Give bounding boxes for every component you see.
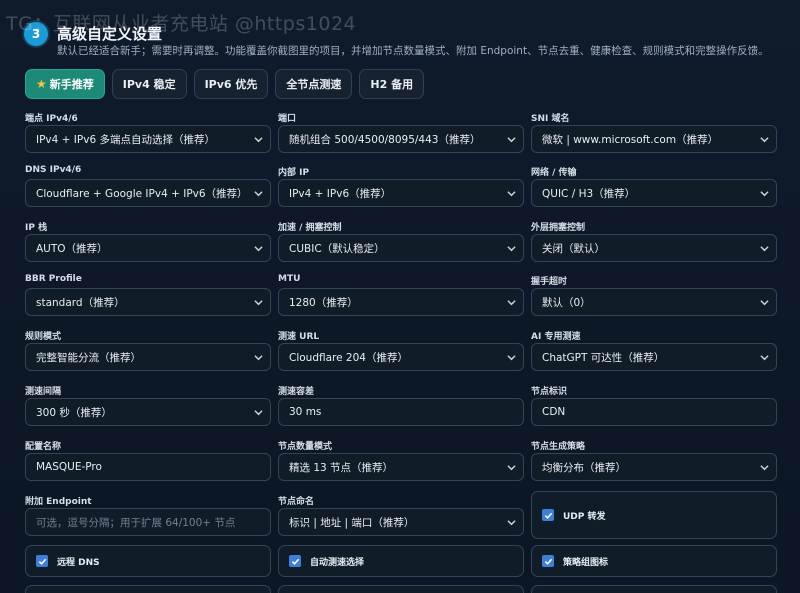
chevron-down-icon	[254, 246, 263, 252]
field-label: 外层拥塞控制	[531, 223, 586, 233]
field-label: 端点 IPv4/6	[25, 114, 78, 124]
field-label: SNI 域名	[531, 114, 570, 124]
chevron-down-icon	[760, 191, 769, 197]
dns-select[interactable]: Cloudflare + Google IPv4 + IPv6（推荐）	[25, 179, 271, 207]
chevron-down-icon	[254, 137, 263, 143]
interval-select[interactable]: 300 秒（推荐）	[25, 398, 271, 426]
field-label: DNS IPv4/6	[25, 165, 82, 175]
preset-beginner-button[interactable]: ★ 新手推荐	[25, 69, 105, 99]
field-label: AI 专用测速	[531, 332, 581, 342]
congestion-select[interactable]: CUBIC（默认稳定）	[278, 234, 524, 262]
chevron-down-icon	[760, 300, 769, 306]
next-row-card	[25, 585, 271, 593]
field-label: 端口	[278, 114, 297, 124]
node-tag-input[interactable]: CDN	[531, 398, 777, 426]
preset-ipv4-button[interactable]: IPv4 稳定	[111, 69, 187, 99]
bbr-select[interactable]: standard（推荐）	[25, 288, 271, 316]
page-subtitle: 默认已经适合新手；需要时再调整。功能覆盖你截图里的项目，并增加节点数量模式、附加…	[57, 45, 769, 57]
field-label: IP 栈	[25, 223, 48, 233]
field-label: 握手超时	[531, 277, 568, 287]
field-label: 内部 IP	[278, 168, 310, 178]
node-count-select[interactable]: 精选 13 节点（推荐）	[278, 453, 524, 481]
udp-label: UDP 转发	[563, 511, 606, 522]
checkbox-checked-icon[interactable]	[542, 555, 554, 567]
field-label: 节点数量模式	[278, 442, 333, 452]
field-label: 测速 URL	[278, 332, 320, 342]
internal-ip-select[interactable]: IPv4 + IPv6（推荐）	[278, 179, 524, 207]
field-label: MTU	[278, 274, 301, 284]
speedtest-url-select[interactable]: Cloudflare 204（推荐）	[278, 343, 524, 371]
chevron-down-icon	[254, 300, 263, 306]
node-strategy-select[interactable]: 均衡分布（推荐）	[531, 453, 777, 481]
auto-select-label: 自动测速选择	[310, 557, 365, 568]
section-header: 3 高级自定义设置 默认已经适合新手；需要时再调整。功能覆盖你截图里的项目，并增…	[24, 18, 790, 60]
step-badge: 3	[24, 22, 48, 46]
group-icon-toggle[interactable]: 策略组图标	[531, 545, 777, 577]
extra-endpoint-input[interactable]: 可选，逗号分隔；用于扩展 64/100+ 节点	[25, 508, 271, 536]
group-icon-label: 策略组图标	[563, 557, 609, 568]
chevron-down-icon	[507, 520, 516, 526]
field-label: 节点命名	[278, 497, 315, 507]
preset-h2-button[interactable]: H2 备用	[359, 69, 425, 99]
field-label: 测速间隔	[25, 387, 62, 397]
field-label: 规则模式	[25, 332, 62, 342]
tolerance-input[interactable]: 30 ms	[278, 398, 524, 426]
field-label: 节点生成策略	[531, 442, 586, 452]
chevron-down-icon	[760, 465, 769, 471]
ai-test-select[interactable]: ChatGPT 可达性（推荐）	[531, 343, 777, 371]
star-icon: ★	[36, 77, 47, 91]
chevron-down-icon	[254, 191, 263, 197]
chevron-down-icon	[507, 465, 516, 471]
udp-toggle[interactable]: UDP 转发	[531, 491, 777, 539]
field-label: 加速 / 拥塞控制	[278, 223, 342, 233]
handshake-select[interactable]: 默认（0）	[531, 288, 777, 316]
next-row-card	[278, 585, 524, 593]
chevron-down-icon	[507, 355, 516, 361]
settings-panel: TG：互联网从业者充电站 @https1024 3 高级自定义设置 默认已经适合…	[0, 0, 800, 593]
field-label: BBR Profile	[25, 274, 82, 284]
chevron-down-icon	[254, 410, 263, 416]
chevron-down-icon	[507, 137, 516, 143]
field-label: 附加 Endpoint	[25, 497, 92, 507]
outer-congestion-select[interactable]: 关闭（默认）	[531, 234, 777, 262]
chevron-down-icon	[507, 191, 516, 197]
checkbox-checked-icon[interactable]	[542, 509, 554, 521]
chevron-down-icon	[760, 246, 769, 252]
remote-dns-label: 远程 DNS	[57, 557, 100, 568]
preset-ipv6-button[interactable]: IPv6 优先	[193, 69, 269, 99]
sni-select[interactable]: 微软 | www.microsoft.com（推荐）	[531, 125, 777, 153]
page-title: 高级自定义设置	[57, 25, 163, 43]
checkbox-checked-icon[interactable]	[36, 555, 48, 567]
next-row-card	[531, 585, 777, 593]
preset-all-nodes-button[interactable]: 全节点测速	[275, 69, 353, 99]
auto-select-toggle[interactable]: 自动测速选择	[278, 545, 524, 577]
port-select[interactable]: 随机组合 500/4500/8095/443（推荐）	[278, 125, 524, 153]
field-label: 测速容差	[278, 387, 315, 397]
endpoint-ipver-select[interactable]: IPv4 + IPv6 多端点自动选择（推荐）	[25, 125, 271, 153]
chevron-down-icon	[760, 355, 769, 361]
chevron-down-icon	[507, 300, 516, 306]
remote-dns-toggle[interactable]: 远程 DNS	[25, 545, 271, 577]
checkbox-checked-icon[interactable]	[289, 555, 301, 567]
chevron-down-icon	[507, 246, 516, 252]
field-label: 节点标识	[531, 387, 568, 397]
mtu-select[interactable]: 1280（推荐）	[278, 288, 524, 316]
rule-mode-select[interactable]: 完整智能分流（推荐）	[25, 343, 271, 371]
profile-name-input[interactable]: MASQUE-Pro	[25, 453, 271, 481]
preset-bar: ★ 新手推荐 IPv4 稳定 IPv6 优先 全节点测速 H2 备用	[25, 69, 425, 99]
chevron-down-icon	[760, 137, 769, 143]
ip-stack-select[interactable]: AUTO（推荐）	[25, 234, 271, 262]
chevron-down-icon	[254, 355, 263, 361]
node-naming-select[interactable]: 标识 | 地址 | 端口（推荐）	[278, 508, 524, 536]
field-label: 网络 / 传输	[531, 168, 577, 178]
network-select[interactable]: QUIC / H3（推荐）	[531, 179, 777, 207]
field-label: 配置名称	[25, 442, 62, 452]
